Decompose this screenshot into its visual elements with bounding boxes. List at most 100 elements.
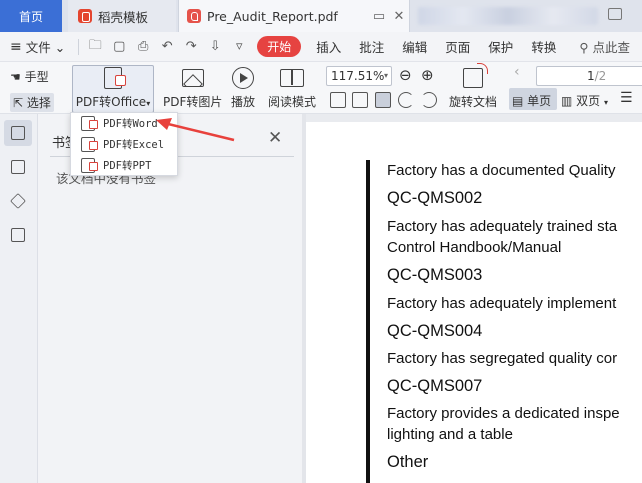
read-mode-button[interactable]: 阅读模式 bbox=[268, 66, 316, 110]
menu-bar: ≡ 文件 ⌄ 🗀 ▢ ⎙ ↶ ↷ ⇩ ▿ 开始 插入 批注 编辑 页面 保护 转… bbox=[0, 32, 642, 62]
dropdown-item-pdf-to-ppt[interactable]: PDF转PPT bbox=[71, 155, 177, 176]
document-view: Factory has a documented Quality QC-QMS0… bbox=[306, 114, 642, 483]
zoom-in-icon[interactable]: ⊕ bbox=[421, 66, 434, 84]
search-icon: ⚲ bbox=[579, 40, 589, 55]
open-folder-icon[interactable]: 🗀 bbox=[83, 36, 107, 58]
rotate-right-icon[interactable] bbox=[421, 92, 437, 108]
template-icon bbox=[78, 9, 92, 23]
chevron-down-icon: ▾ bbox=[383, 71, 388, 80]
pdf-to-office-icon bbox=[100, 66, 126, 90]
thumbnail-panel-icon[interactable] bbox=[9, 158, 27, 176]
save-icon[interactable]: ▢ bbox=[107, 36, 131, 58]
tab-home[interactable]: 首页 bbox=[0, 0, 62, 32]
document-page[interactable]: Factory has a documented Quality QC-QMS0… bbox=[306, 122, 642, 483]
doc-line: Factory provides a dedicated inspe bbox=[387, 405, 620, 422]
search-box[interactable]: ⚲ 点此查 bbox=[565, 37, 639, 56]
search-label: 点此查 bbox=[592, 40, 630, 55]
doc-line: Factory has a documented Quality bbox=[387, 162, 616, 179]
doc-heading: QC-QMS007 bbox=[387, 377, 483, 395]
doc-line: Factory has adequately implement bbox=[387, 295, 617, 312]
close-tab-icon[interactable]: ✕ bbox=[389, 9, 409, 24]
menu-protect[interactable]: 保护 bbox=[479, 37, 522, 56]
single-page-label: 单页 bbox=[527, 94, 552, 108]
word-file-icon bbox=[81, 116, 98, 131]
window-icon[interactable] bbox=[608, 8, 622, 20]
chevron-down-icon: ⌄ bbox=[54, 40, 66, 55]
bookmark-panel-icon[interactable] bbox=[4, 120, 32, 146]
rotate-document-button[interactable]: 旋转文档 bbox=[449, 63, 498, 110]
export-icon[interactable]: ⇩ bbox=[203, 36, 227, 58]
rotate-left-icon[interactable] bbox=[398, 92, 414, 108]
undo-icon[interactable]: ↶ bbox=[155, 36, 179, 58]
menu-file[interactable]: 文件 ⌄ bbox=[26, 37, 74, 56]
hand-tool-label: 手型 bbox=[24, 70, 49, 84]
single-page-icon: ▤ bbox=[512, 94, 524, 108]
annotation-arrow bbox=[156, 118, 235, 142]
pdf-to-office-button[interactable]: PDF转Office▾ bbox=[75, 66, 151, 110]
window-restore-icon[interactable]: ▭ bbox=[369, 9, 389, 24]
double-page-button[interactable]: ▥ 双页 ▾ bbox=[561, 92, 608, 109]
left-sidebar bbox=[0, 114, 38, 483]
hamburger-icon[interactable]: ≡ bbox=[0, 39, 26, 55]
cursor-icon: ⇱ bbox=[13, 96, 24, 110]
annotation-panel-icon[interactable] bbox=[9, 192, 27, 210]
page-current: 1 bbox=[587, 69, 595, 83]
double-page-icon: ▥ bbox=[561, 94, 573, 108]
select-tool[interactable]: ⇱ 选择 bbox=[10, 93, 54, 112]
menu-page[interactable]: 页面 bbox=[436, 37, 479, 56]
menu-insert[interactable]: 插入 bbox=[307, 37, 350, 56]
read-mode-icon bbox=[279, 66, 305, 90]
actual-size-icon[interactable] bbox=[375, 92, 391, 108]
tab-bar: 首页 稻壳模板 Pre_Audit_Report.pdf ▭ ✕ bbox=[0, 0, 642, 32]
doc-line: lighting and a table bbox=[387, 426, 513, 443]
print-icon[interactable]: ⎙ bbox=[131, 36, 155, 58]
pdf-to-office-label: PDF转Office▾ bbox=[75, 95, 151, 109]
zoom-value: 117.51% bbox=[331, 69, 385, 83]
close-icon[interactable]: ✕ bbox=[268, 128, 282, 148]
doc-line: Factory has segregated quality cor bbox=[387, 350, 618, 367]
excel-file-icon bbox=[81, 137, 98, 152]
doc-heading: QC-QMS002 bbox=[387, 189, 483, 207]
menu-edit[interactable]: 编辑 bbox=[393, 37, 436, 56]
arrow-shaft bbox=[163, 121, 235, 142]
play-label: 播放 bbox=[230, 95, 255, 109]
zoom-select[interactable]: 117.51% ▾ bbox=[326, 66, 392, 86]
hand-tool[interactable]: ☚ 手型 bbox=[10, 68, 49, 85]
pdf-to-image-label: PDF转图片 bbox=[163, 95, 223, 109]
tab-document[interactable]: Pre_Audit_Report.pdf ▭ ✕ bbox=[178, 0, 410, 32]
double-page-label: 双页 bbox=[576, 94, 601, 108]
menu-convert[interactable]: 转换 bbox=[522, 37, 565, 56]
chevron-down-icon: ▾ bbox=[604, 98, 609, 107]
doc-heading: QC-QMS004 bbox=[387, 322, 483, 340]
rotate-document-label: 旋转文档 bbox=[449, 95, 498, 109]
prev-page-icon[interactable]: ‹ bbox=[514, 64, 520, 80]
doc-line: Factory has adequately trained sta bbox=[387, 218, 618, 235]
continuous-page-icon[interactable]: ☰ bbox=[620, 90, 633, 106]
redo-icon[interactable]: ↷ bbox=[179, 36, 203, 58]
doc-heading: Other bbox=[387, 453, 429, 471]
blurred-tab-area bbox=[418, 7, 598, 25]
page-left-rule bbox=[366, 160, 370, 483]
more-dropdown-icon[interactable]: ▿ bbox=[227, 36, 251, 58]
play-button[interactable]: 播放 bbox=[230, 66, 256, 110]
attachment-panel-icon[interactable] bbox=[9, 226, 27, 244]
select-tool-label: 选择 bbox=[26, 96, 51, 110]
tab-template[interactable]: 稻壳模板 bbox=[68, 0, 176, 32]
zoom-out-icon[interactable]: ⊖ bbox=[399, 66, 412, 84]
doc-heading: QC-QMS003 bbox=[387, 266, 483, 284]
single-page-button[interactable]: ▤ 单页 bbox=[512, 92, 551, 109]
ppt-file-icon bbox=[81, 158, 98, 173]
menu-annotate[interactable]: 批注 bbox=[350, 37, 393, 56]
fit-page-icon[interactable] bbox=[352, 92, 368, 108]
play-icon bbox=[230, 66, 256, 90]
read-mode-label: 阅读模式 bbox=[268, 95, 317, 109]
pdf-to-image-button[interactable]: PDF转图片 bbox=[163, 66, 222, 110]
page-number-input[interactable]: 1/2 bbox=[536, 66, 642, 86]
fit-width-icon[interactable] bbox=[330, 92, 346, 108]
rotate-document-icon bbox=[460, 63, 488, 90]
tab-template-label: 稻壳模板 bbox=[98, 9, 149, 25]
menu-file-label: 文件 bbox=[25, 40, 51, 55]
dropdown-item-label: PDF转PPT bbox=[103, 160, 152, 172]
doc-line: Control Handbook/Manual bbox=[387, 239, 562, 256]
menu-start[interactable]: 开始 bbox=[257, 36, 302, 57]
